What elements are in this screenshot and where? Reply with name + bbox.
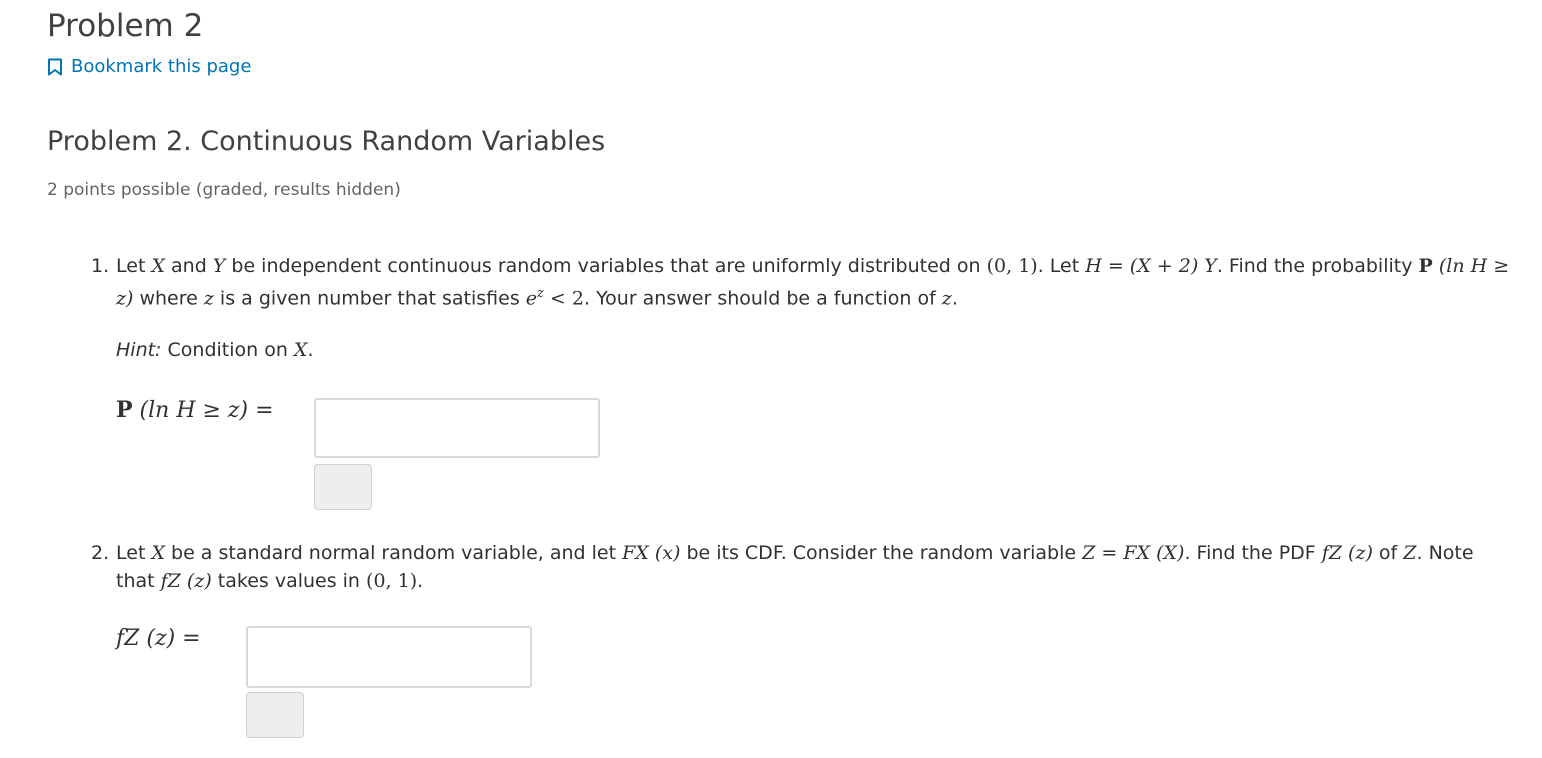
- question-number: 1.: [91, 255, 110, 277]
- page-title: Problem 2: [47, 8, 204, 44]
- answer-2-button[interactable]: [246, 692, 304, 738]
- answer-2-input[interactable]: [246, 626, 532, 688]
- answer-2-label: fZ (z) =: [116, 626, 201, 651]
- hint-text: Hint: Condition on X.: [116, 339, 314, 361]
- bookmark-button[interactable]: Bookmark this page: [47, 56, 251, 77]
- bookmark-label: Bookmark this page: [71, 56, 252, 77]
- problem-heading: Problem 2. Continuous Random Variables: [47, 126, 606, 157]
- answer-1-label: P (ln H ≥ z) =: [116, 397, 274, 423]
- question-2-text: Let X be a standard normal random variab…: [116, 542, 1474, 592]
- question-2: 2. Let X be a standard normal random var…: [91, 539, 1511, 595]
- question-1-text: Let X and Y be independent continuous ra…: [116, 255, 1510, 310]
- answer-1-input[interactable]: [314, 398, 600, 458]
- question-number: 2.: [91, 542, 110, 564]
- points-info: 2 points possible (graded, results hidde…: [47, 180, 401, 200]
- answer-1-button[interactable]: [314, 464, 372, 510]
- bookmark-icon: [47, 58, 63, 76]
- question-1: 1. Let X and Y be independent continuous…: [91, 252, 1511, 312]
